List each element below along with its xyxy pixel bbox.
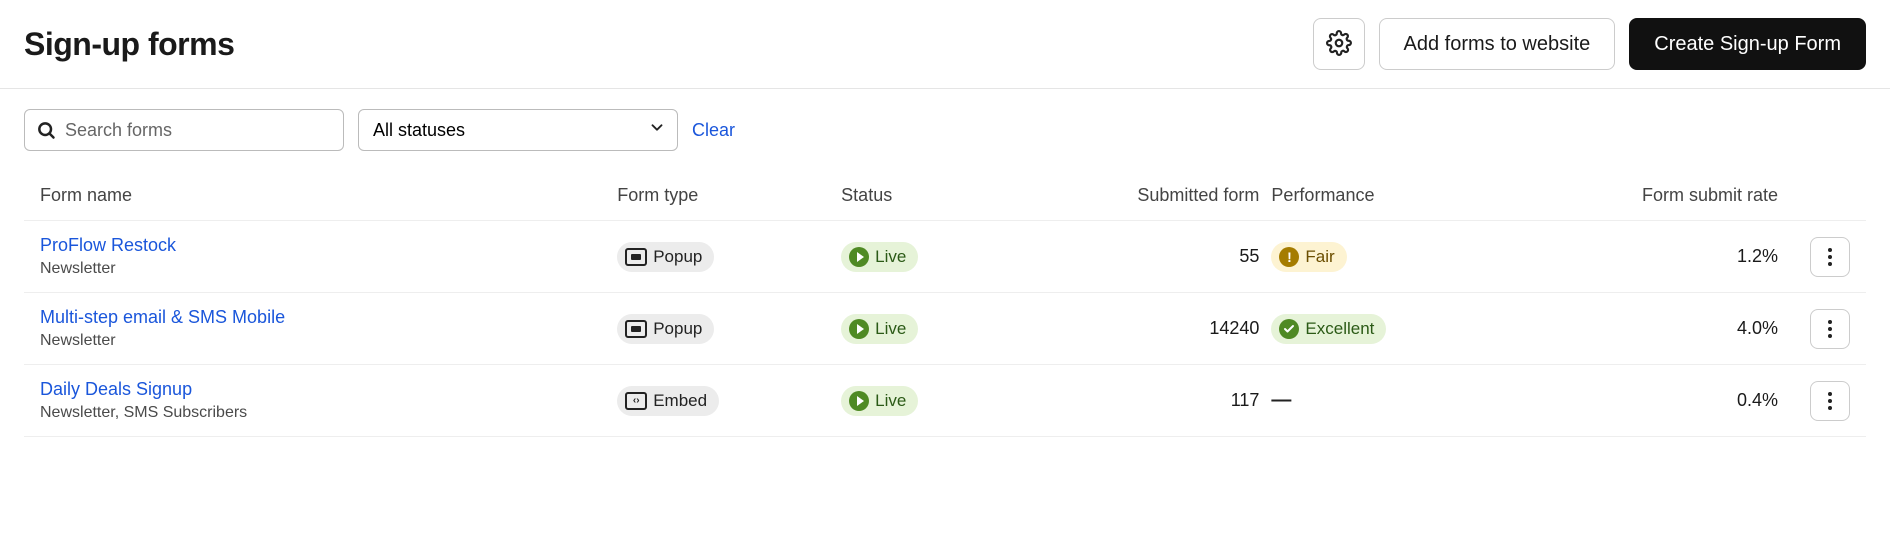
add-forms-button[interactable]: Add forms to website xyxy=(1379,18,1616,70)
type-label: Popup xyxy=(653,247,702,267)
popup-icon xyxy=(625,320,647,338)
clear-filters-link[interactable]: Clear xyxy=(692,120,735,141)
col-header-performance: Performance xyxy=(1271,185,1518,206)
cell-submitted: 117 xyxy=(1065,390,1259,411)
type-chip: ‹› Embed xyxy=(617,386,719,416)
cell-rate: 4.0% xyxy=(1531,318,1778,339)
status-chip: Live xyxy=(841,386,918,416)
status-filter: All statuses xyxy=(358,109,678,151)
page-header: Sign-up forms Add forms to website Creat… xyxy=(0,0,1890,89)
status-chip: Live xyxy=(841,242,918,272)
row-actions-button[interactable] xyxy=(1810,309,1850,349)
form-sub-label: Newsletter xyxy=(40,260,605,278)
row-actions-button[interactable] xyxy=(1810,381,1850,421)
cell-actions xyxy=(1790,381,1850,421)
cell-actions xyxy=(1790,309,1850,349)
table-header: Form name Form type Status Submitted for… xyxy=(24,171,1866,221)
status-label: Live xyxy=(875,247,906,267)
kebab-icon xyxy=(1828,255,1832,259)
performance-label: Fair xyxy=(1305,247,1334,267)
cell-performance: Excellent xyxy=(1271,314,1518,344)
forms-table: Form name Form type Status Submitted for… xyxy=(0,161,1890,437)
performance-empty: — xyxy=(1271,389,1290,411)
cell-status: Live xyxy=(841,242,1053,272)
table-row: Multi-step email & SMS Mobile Newsletter P… xyxy=(24,293,1866,365)
type-label: Popup xyxy=(653,319,702,339)
col-header-name: Form name xyxy=(40,185,605,206)
form-name-link[interactable]: Multi-step email & SMS Mobile xyxy=(40,307,285,327)
search-wrap xyxy=(24,109,344,151)
cell-name: Daily Deals Signup Newsletter, SMS Subscr… xyxy=(40,379,605,422)
embed-icon: ‹› xyxy=(625,392,647,410)
col-header-status: Status xyxy=(841,185,1053,206)
kebab-icon xyxy=(1828,327,1832,331)
search-icon xyxy=(36,120,56,140)
header-actions: Add forms to website Create Sign-up Form xyxy=(1313,18,1867,70)
type-chip: Popup xyxy=(617,242,714,272)
popup-icon xyxy=(625,248,647,266)
cell-submitted: 55 xyxy=(1065,246,1259,267)
cell-performance: ! Fair xyxy=(1271,242,1518,272)
col-header-rate: Form submit rate xyxy=(1531,185,1778,206)
warning-icon: ! xyxy=(1279,247,1299,267)
col-header-type: Form type xyxy=(617,185,829,206)
status-label: Live xyxy=(875,319,906,339)
gear-icon xyxy=(1326,30,1352,59)
form-name-link[interactable]: Daily Deals Signup xyxy=(40,379,192,399)
form-sub-label: Newsletter xyxy=(40,332,605,350)
performance-chip: Excellent xyxy=(1271,314,1386,344)
table-row: ProFlow Restock Newsletter Popup Live 55! Fai… xyxy=(24,221,1866,293)
cell-type: Popup xyxy=(617,314,829,344)
col-header-submitted: Submitted form xyxy=(1065,185,1259,206)
cell-status: Live xyxy=(841,386,1053,416)
kebab-icon xyxy=(1828,399,1832,403)
performance-label: Excellent xyxy=(1305,319,1374,339)
create-form-button[interactable]: Create Sign-up Form xyxy=(1629,18,1866,70)
status-chip: Live xyxy=(841,314,918,344)
cell-name: Multi-step email & SMS Mobile Newsletter xyxy=(40,307,605,350)
form-sub-label: Newsletter, SMS Subscribers xyxy=(40,404,605,422)
cell-rate: 0.4% xyxy=(1531,390,1778,411)
status-select[interactable]: All statuses xyxy=(358,109,678,151)
status-select-label: All statuses xyxy=(373,120,465,141)
settings-button[interactable] xyxy=(1313,18,1365,70)
status-label: Live xyxy=(875,391,906,411)
page-title: Sign-up forms xyxy=(24,26,234,63)
cell-status: Live xyxy=(841,314,1053,344)
cell-actions xyxy=(1790,237,1850,277)
play-icon xyxy=(849,247,869,267)
filter-bar: All statuses Clear xyxy=(0,89,1890,161)
table-body: ProFlow Restock Newsletter Popup Live 55! Fai… xyxy=(24,221,1866,437)
cell-type: Popup xyxy=(617,242,829,272)
type-chip: Popup xyxy=(617,314,714,344)
play-icon xyxy=(849,391,869,411)
type-label: Embed xyxy=(653,391,707,411)
row-actions-button[interactable] xyxy=(1810,237,1850,277)
cell-rate: 1.2% xyxy=(1531,246,1778,267)
search-input[interactable] xyxy=(24,109,344,151)
cell-submitted: 14240 xyxy=(1065,318,1259,339)
cell-name: ProFlow Restock Newsletter xyxy=(40,235,605,278)
cell-performance: — xyxy=(1271,389,1518,412)
table-row: Daily Deals Signup Newsletter, SMS Subscr… xyxy=(24,365,1866,437)
play-icon xyxy=(849,319,869,339)
performance-chip: ! Fair xyxy=(1271,242,1346,272)
cell-type: ‹› Embed xyxy=(617,386,829,416)
form-name-link[interactable]: ProFlow Restock xyxy=(40,235,176,255)
check-icon xyxy=(1279,319,1299,339)
